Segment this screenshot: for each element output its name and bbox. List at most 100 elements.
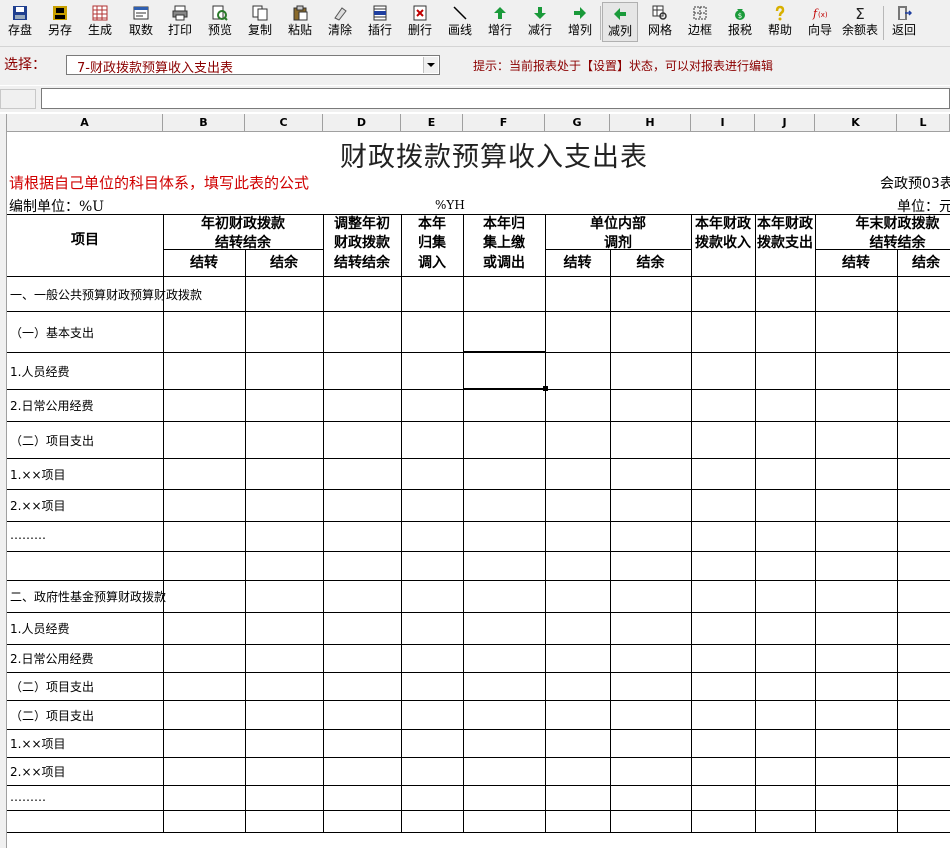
toolbar-button-grid[interactable]: 网格 bbox=[643, 2, 677, 42]
toolbar-button-clear[interactable]: 清除 bbox=[323, 2, 357, 42]
row-label[interactable]: 1.××项目 bbox=[10, 466, 66, 483]
toolbar-button-draw-line[interactable]: 画线 bbox=[443, 2, 477, 42]
row-label[interactable]: 2.××项目 bbox=[10, 497, 66, 514]
formula-input[interactable] bbox=[41, 88, 950, 109]
toolbar-button-label: 减行 bbox=[527, 23, 552, 37]
row-label[interactable]: 2.日常公用经费 bbox=[10, 650, 93, 667]
function-icon: f (x) bbox=[812, 5, 828, 21]
toolbar-button-insert-row[interactable]: 插行 bbox=[363, 2, 397, 42]
column-header[interactable]: E bbox=[401, 114, 463, 131]
toolbar-separator bbox=[883, 6, 884, 40]
row-label[interactable]: ……… bbox=[10, 528, 46, 542]
header-begin-balance: 年初财政拨款 结转结余 bbox=[201, 216, 285, 251]
svg-text:(x): (x) bbox=[818, 11, 828, 19]
column-header[interactable]: C bbox=[245, 114, 323, 131]
exit-door-icon bbox=[896, 5, 913, 21]
toolbar-button-label: 画线 bbox=[447, 23, 472, 37]
status-hint: 提示：当前报表处于【设置】状态，可以对报表进行编辑 bbox=[473, 59, 774, 73]
toolbar-button-paste[interactable]: 粘贴 bbox=[283, 2, 317, 42]
selected-cell[interactable] bbox=[463, 351, 546, 389]
header-internal-surplus: 结余 bbox=[636, 255, 665, 271]
grid-line bbox=[7, 757, 950, 758]
column-header[interactable]: G bbox=[545, 114, 610, 131]
grid-line bbox=[323, 214, 324, 832]
column-header[interactable]: J bbox=[755, 114, 815, 131]
toolbar-button-help[interactable]: 帮助 bbox=[763, 2, 797, 42]
row-label[interactable]: 2.日常公用经费 bbox=[10, 397, 93, 414]
row-label[interactable]: （二）项目支出 bbox=[10, 678, 94, 695]
toolbar-button-back[interactable]: 返回 bbox=[887, 2, 921, 42]
row-label[interactable]: 2.××项目 bbox=[10, 763, 66, 780]
toolbar-button-tax[interactable]: $ 报税 bbox=[723, 2, 757, 42]
grid-line bbox=[7, 832, 950, 833]
toolbar-button-label: 返回 bbox=[891, 23, 916, 37]
chevron-down-icon[interactable] bbox=[423, 57, 438, 73]
cell-reference-box[interactable] bbox=[0, 89, 36, 109]
grid-line bbox=[7, 700, 950, 701]
row-label[interactable]: （二）项目支出 bbox=[10, 707, 94, 724]
header-begin-carry: 结转 bbox=[190, 255, 218, 271]
column-header[interactable]: K bbox=[815, 114, 897, 131]
toolbar-button-balance[interactable]: Σ 余额表 bbox=[840, 2, 880, 42]
toolbar-button-generate[interactable]: 生成 bbox=[83, 2, 117, 42]
toolbar-button-fetch[interactable]: 取数 bbox=[124, 2, 158, 42]
column-header[interactable]: F bbox=[463, 114, 545, 131]
grid-line bbox=[7, 276, 950, 277]
save-as-icon bbox=[52, 5, 68, 21]
toolbar-button-save[interactable]: 存盘 bbox=[3, 2, 37, 42]
toolbar-button-reduce-col[interactable]: 减列 bbox=[602, 2, 638, 42]
column-header[interactable]: B bbox=[163, 114, 245, 131]
toolbar-button-wizard[interactable]: f (x) 向导 bbox=[803, 2, 837, 42]
svg-text:$: $ bbox=[738, 12, 742, 20]
toolbar-button-label: 边框 bbox=[687, 23, 712, 37]
grid-line bbox=[545, 214, 546, 832]
toolbar-button-border[interactable]: 边框 bbox=[683, 2, 717, 42]
header-adjust-carry-surplus: 结转结余 bbox=[334, 255, 390, 271]
toolbar-button-print[interactable]: 打印 bbox=[163, 2, 197, 42]
printer-icon bbox=[172, 5, 188, 21]
select-label: 选择： bbox=[4, 57, 46, 73]
preview-icon bbox=[212, 5, 228, 21]
header-end-surplus: 结余 bbox=[912, 255, 940, 271]
toolbar-button-add-row[interactable]: 增行 bbox=[483, 2, 517, 42]
toolbar-button-label: 增行 bbox=[487, 23, 512, 37]
row-label[interactable]: 1.××项目 bbox=[10, 735, 66, 752]
toolbar-button-label: 删行 bbox=[407, 23, 432, 37]
row-label[interactable]: （二）项目支出 bbox=[10, 432, 94, 449]
toolbar-button-label: 余额表 bbox=[841, 23, 878, 37]
row-label[interactable]: ……… bbox=[10, 790, 46, 804]
toolbar-button-reduce-row[interactable]: 减行 bbox=[523, 2, 557, 42]
toolbar-button-delete-row[interactable]: 删行 bbox=[403, 2, 437, 42]
report-title: 财政拨款预算收入支出表 bbox=[340, 142, 648, 173]
report-select[interactable]: 7-财政拨款预算收入支出表 bbox=[66, 55, 440, 76]
toolbar-button-preview[interactable]: 预览 bbox=[203, 2, 237, 42]
toolbar-separator bbox=[600, 6, 601, 40]
spreadsheet[interactable]: 财政拨款预算收入支出表 请根据自己单位的科目体系，填写此表的公式 会政预03表 … bbox=[0, 132, 950, 848]
toolbar-button-label: 帮助 bbox=[767, 23, 792, 37]
column-header[interactable]: H bbox=[610, 114, 691, 131]
row-label[interactable]: 1.人员经费 bbox=[10, 620, 69, 637]
grid-line bbox=[610, 249, 611, 832]
toolbar-button-label: 向导 bbox=[807, 23, 832, 37]
grid-line bbox=[7, 672, 950, 673]
toolbar-button-add-col[interactable]: 增列 bbox=[563, 2, 597, 42]
row-label[interactable]: （一）基本支出 bbox=[10, 324, 94, 341]
grid-magnifier-icon bbox=[652, 5, 668, 21]
column-header[interactable]: A bbox=[7, 114, 163, 131]
grid-line bbox=[7, 389, 950, 390]
grid-line bbox=[7, 551, 950, 552]
toolbar: 存盘 另存 生成 取数 打印 预览 复制 粘贴 清除 插行 删行 画线 增行 减行 增列 减列 网格 边框 $ 报税 帮… bbox=[0, 0, 950, 47]
row-label[interactable]: 1.人员经费 bbox=[10, 363, 69, 380]
fill-handle[interactable] bbox=[543, 386, 548, 391]
row-label[interactable]: 二、政府性基金预算财政拨款 bbox=[10, 588, 166, 605]
column-header[interactable]: I bbox=[691, 114, 755, 131]
toolbar-button-label: 粘贴 bbox=[287, 23, 312, 37]
header-item: 项目 bbox=[71, 232, 99, 248]
grid-line bbox=[691, 214, 692, 832]
row-label[interactable]: 一、一般公共预算财政预算财政拨款 bbox=[10, 286, 202, 303]
toolbar-button-saveas[interactable]: 另存 bbox=[43, 2, 77, 42]
column-header[interactable]: L bbox=[897, 114, 950, 131]
toolbar-button-copy[interactable]: 复制 bbox=[243, 2, 277, 42]
column-header[interactable]: D bbox=[323, 114, 401, 131]
grid-line bbox=[7, 421, 950, 422]
